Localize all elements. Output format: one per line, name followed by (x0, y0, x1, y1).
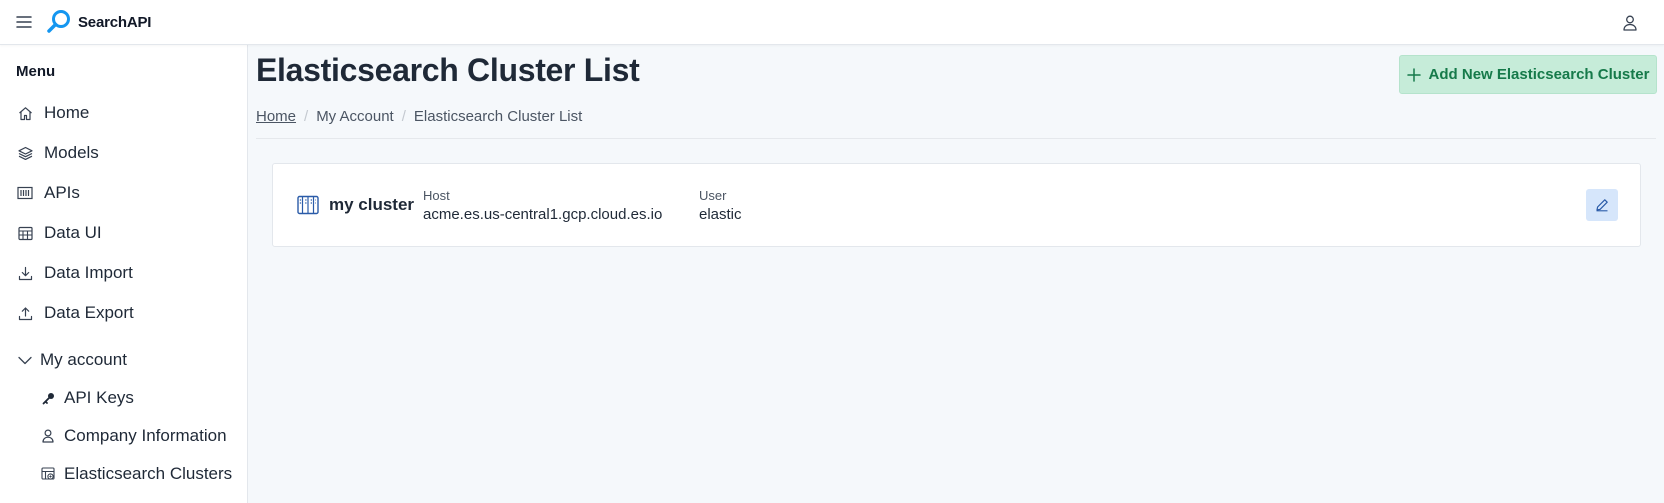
key-icon (40, 390, 56, 406)
cluster-host: Host acme.es.us-central1.gcp.cloud.es.io (423, 188, 662, 223)
sidebar-item-elasticsearch-clusters[interactable]: Elasticsearch Clusters (40, 459, 232, 489)
top-bar: SearchAPI (0, 0, 1664, 45)
sidebar-item-data-export[interactable]: Data Export (16, 298, 134, 328)
header-divider (256, 138, 1656, 139)
brand-name: SearchAPI (78, 13, 152, 31)
sidebar-item-label: APIs (44, 183, 80, 202)
breadcrumb-separator: / (401, 108, 406, 125)
sidebar-item-label: Company Information (64, 426, 227, 445)
sidebar-item-label: Data Export (44, 303, 134, 322)
menu-title: Menu (16, 63, 56, 80)
plus-icon (1406, 67, 1421, 82)
sidebar-item-label: Models (44, 143, 99, 162)
breadcrumb-home-link[interactable]: Home (256, 108, 296, 125)
sidebar-item-api-keys[interactable]: API Keys (40, 383, 134, 413)
user-value: elastic (699, 206, 742, 223)
sidebar-item-label: API Keys (64, 388, 134, 407)
sidebar-item-label: Home (44, 103, 90, 122)
api-icon (16, 184, 34, 202)
person-icon (40, 428, 56, 444)
table-icon (16, 224, 34, 242)
server-icon (297, 194, 319, 216)
edit-cluster-button[interactable] (1586, 189, 1618, 221)
sidebar-item-apis[interactable]: APIs (16, 178, 80, 208)
pencil-icon (1596, 199, 1608, 212)
user-icon[interactable] (1618, 11, 1642, 35)
breadcrumb: Home / My Account / Elasticsearch Cluste… (256, 108, 582, 125)
sidebar-item-models[interactable]: Models (16, 138, 99, 168)
host-value: acme.es.us-central1.gcp.cloud.es.io (423, 206, 663, 223)
download-icon (16, 264, 34, 282)
sidebar-item-company-information[interactable]: Company Information (40, 421, 227, 451)
cluster-table-icon (40, 466, 56, 482)
chevron-down-icon (16, 351, 34, 369)
add-new-cluster-button[interactable]: Add New Elasticsearch Cluster (1399, 55, 1657, 94)
sidebar-item-data-ui[interactable]: Data UI (16, 218, 102, 248)
sidebar-item-data-import[interactable]: Data Import (16, 258, 133, 288)
user-label: User (699, 188, 727, 203)
sidebar: Menu Home Models APIs Data UI Data Impor… (0, 45, 248, 503)
cluster-name: my cluster (297, 194, 414, 216)
magnifier-logo-icon (47, 10, 70, 33)
breadcrumb-my-account: My Account (316, 108, 394, 125)
sidebar-group-my-account[interactable]: My account (16, 345, 127, 375)
sidebar-item-label: Elasticsearch Clusters (64, 464, 233, 483)
layers-icon (16, 144, 34, 162)
logo[interactable]: SearchAPI (46, 9, 151, 35)
sidebar-item-label: Data UI (44, 223, 102, 242)
sidebar-item-home[interactable]: Home (16, 98, 89, 128)
cluster-user: User elastic (699, 188, 742, 223)
sidebar-group-label: My account (40, 350, 127, 369)
sidebar-item-label: Data Import (44, 263, 133, 282)
cluster-name-text: my cluster (329, 195, 415, 214)
home-icon (16, 104, 34, 122)
add-new-cluster-label: Add New Elasticsearch Cluster (1428, 66, 1650, 83)
upload-icon (16, 304, 34, 322)
page-title: Elasticsearch Cluster List (256, 52, 640, 88)
host-label: Host (423, 188, 450, 203)
breadcrumb-current: Elasticsearch Cluster List (413, 108, 583, 125)
cluster-card: my cluster Host acme.es.us-central1.gcp.… (272, 163, 1641, 247)
hamburger-icon[interactable] (12, 10, 36, 34)
breadcrumb-separator: / (304, 108, 309, 125)
